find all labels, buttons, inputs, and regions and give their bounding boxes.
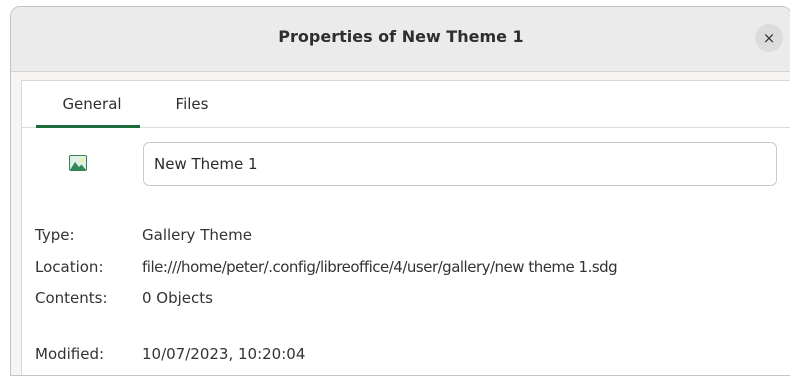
tab-general[interactable]: General: [37, 81, 147, 127]
properties-dialog: Properties of New Theme 1 × General File…: [10, 6, 790, 376]
type-label: Type:: [35, 226, 75, 244]
contents-value: 0 Objects: [142, 289, 213, 307]
tab-bar: General Files: [22, 81, 790, 128]
gallery-image-icon: [69, 155, 87, 171]
dialog-title: Properties of New Theme 1: [278, 27, 524, 46]
theme-name-input[interactable]: [143, 142, 777, 186]
location-value: file:///home/peter/.config/libreoffice/4…: [142, 258, 618, 276]
modified-row: Modified: 10/07/2023, 10:20:04: [35, 345, 305, 363]
tab-files[interactable]: Files: [147, 81, 237, 127]
dialog-titlebar: Properties of New Theme 1 ×: [11, 7, 790, 72]
dialog-content: General Files Type: Gallery Theme Locatio…: [21, 80, 790, 375]
close-button[interactable]: ×: [755, 24, 783, 52]
location-row: Location: file:///home/peter/.config/libr…: [35, 258, 618, 276]
contents-label: Contents:: [35, 289, 108, 307]
modified-value: 10/07/2023, 10:20:04: [142, 345, 306, 363]
modified-label: Modified:: [35, 345, 105, 363]
type-row: Type: Gallery Theme: [35, 226, 252, 244]
contents-row: Contents: 0 Objects: [35, 289, 213, 307]
active-tab-indicator: [36, 125, 140, 128]
close-icon: ×: [762, 29, 776, 47]
type-value: Gallery Theme: [142, 226, 252, 244]
location-label: Location:: [35, 258, 104, 276]
